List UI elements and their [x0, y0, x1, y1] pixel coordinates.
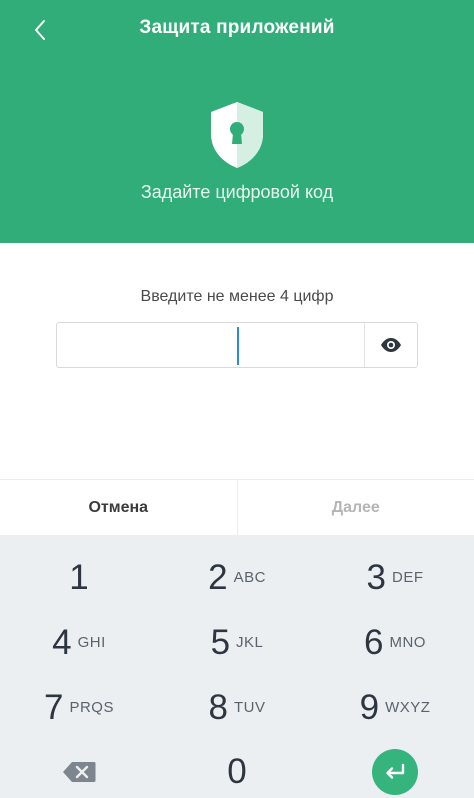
key-digit: 5 — [210, 623, 231, 662]
pin-prompt: Введите не менее 4 цифр — [140, 288, 334, 305]
key-letters: ABC — [233, 569, 266, 586]
pin-input[interactable] — [56, 322, 418, 368]
eye-icon — [381, 338, 401, 352]
text-cursor — [237, 327, 239, 365]
show-pin-toggle[interactable] — [365, 323, 417, 367]
backspace-icon — [63, 761, 96, 782]
key-1[interactable]: 1 — [0, 545, 158, 610]
enter-key[interactable] — [316, 739, 474, 798]
key-8[interactable]: 8 TUV — [158, 675, 316, 740]
key-3[interactable]: 3 DEF — [316, 545, 474, 610]
key-5[interactable]: 5 JKL — [158, 610, 316, 675]
key-digit: 8 — [208, 688, 228, 727]
key-letters: PRQS — [69, 699, 114, 716]
subtitle: Задайте цифровой код — [140, 182, 334, 202]
key-letters: GHI — [77, 634, 106, 651]
key-letters: WXYZ — [385, 699, 431, 716]
key-letters: MNO — [389, 634, 426, 651]
shield-keyhole-icon — [211, 102, 263, 168]
key-digit: 4 — [52, 623, 72, 662]
enter-icon — [386, 763, 405, 779]
key-0[interactable]: 0 — [158, 739, 316, 798]
next-button[interactable]: Далее — [238, 480, 474, 535]
action-bar: Отмена Далее — [0, 479, 474, 535]
key-digit: 2 — [208, 558, 228, 597]
key-6[interactable]: 6 MNO — [316, 610, 474, 675]
key-letters: JKL — [236, 634, 264, 651]
key-letters: TUV — [233, 699, 266, 716]
key-digit: 3 — [366, 558, 386, 597]
key-9[interactable]: 9 WXYZ — [316, 675, 474, 740]
cancel-button[interactable]: Отмена — [0, 480, 238, 535]
backspace-key[interactable] — [0, 739, 158, 798]
key-7[interactable]: 7 PRQS — [0, 675, 158, 740]
key-2[interactable]: 2 ABC — [158, 545, 316, 610]
key-digit: 1 — [69, 558, 89, 597]
key-digit: 6 — [364, 623, 384, 662]
enter-button-circle — [372, 748, 418, 795]
page-title: Защита приложений — [139, 17, 335, 38]
key-letters: DEF — [391, 569, 424, 586]
key-digit: 0 — [227, 752, 247, 791]
key-digit: 7 — [44, 688, 64, 727]
key-4[interactable]: 4 GHI — [0, 610, 158, 675]
header: Защита приложений Задайте цифровой код — [0, 0, 474, 243]
numeric-keypad: 1 2 ABC 3 DEF 4 GHI 5 JKL 6 MNO 7 PRQS 8… — [0, 535, 474, 798]
key-digit: 9 — [359, 688, 380, 727]
